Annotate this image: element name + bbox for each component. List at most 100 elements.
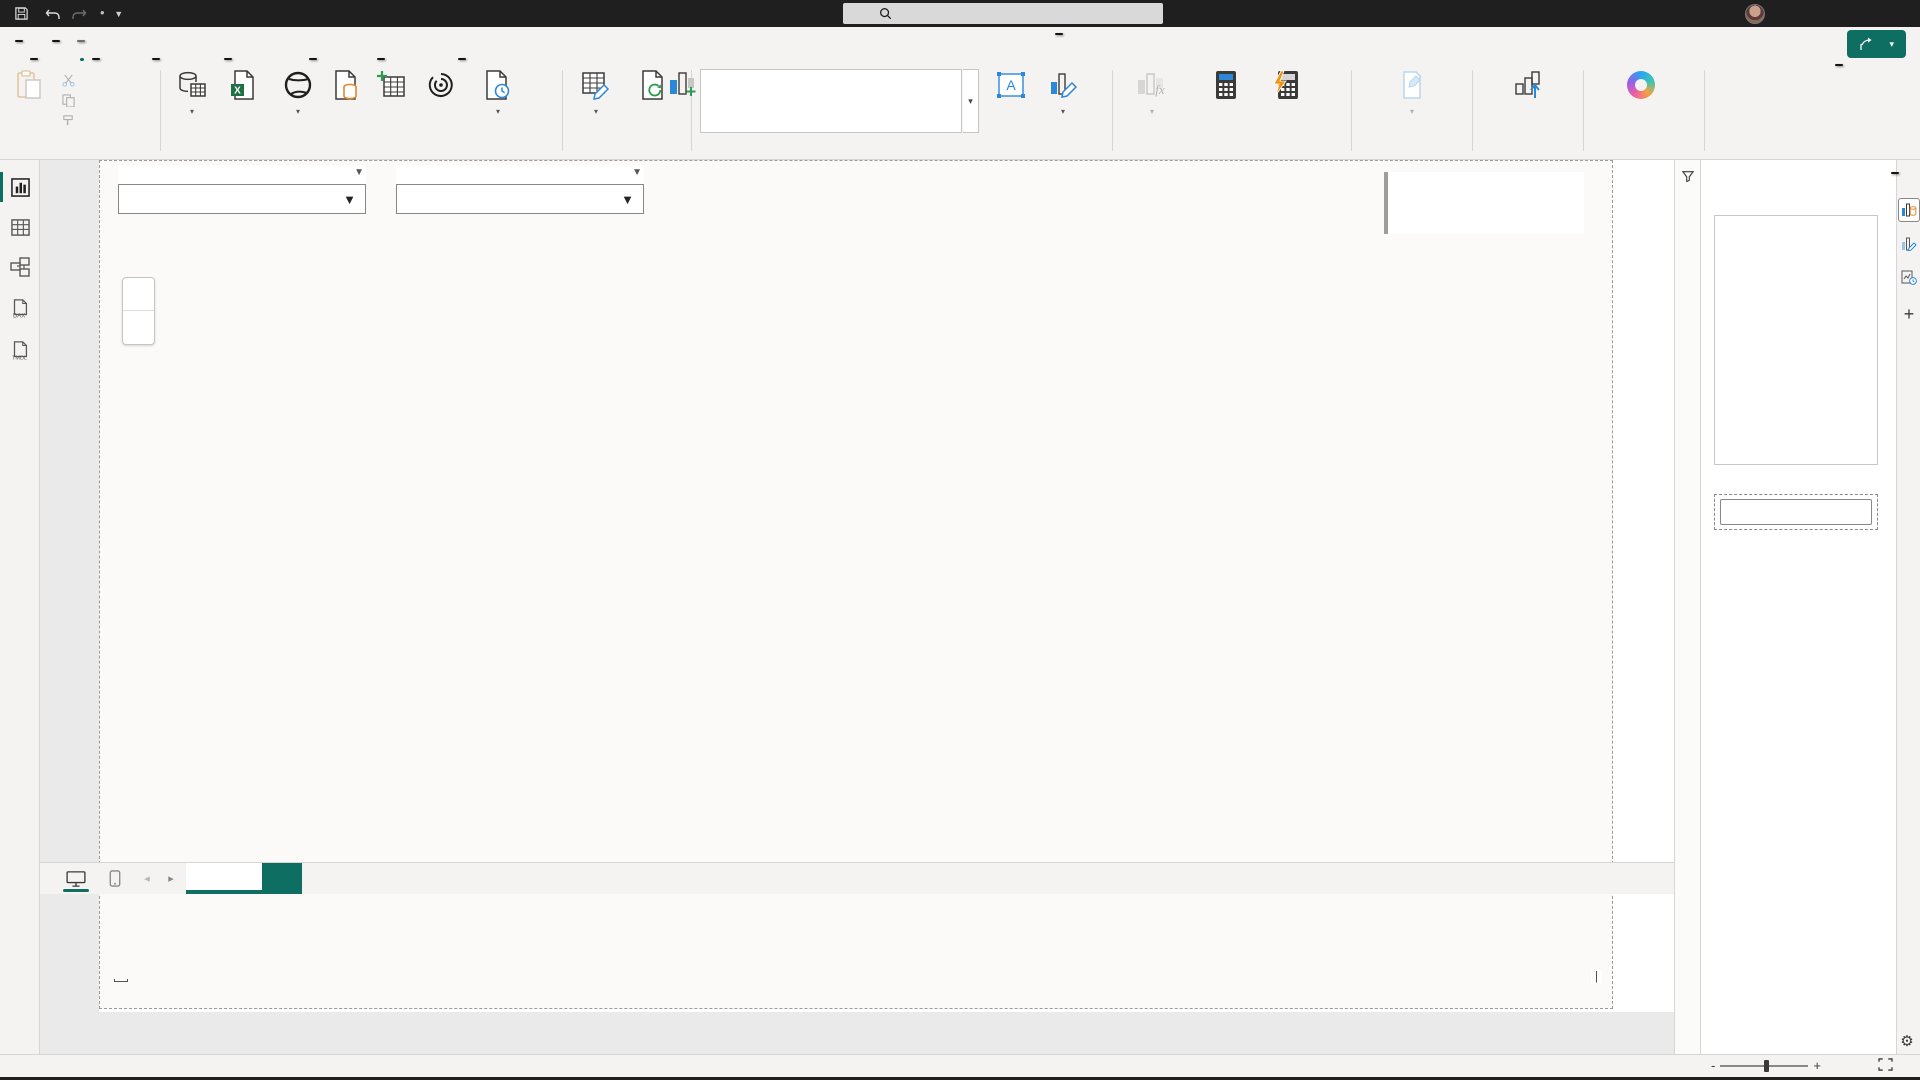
keytip-1 (15, 40, 23, 42)
tab-insert[interactable] (146, 27, 154, 62)
document-title[interactable]: • ▼ (100, 5, 123, 20)
tab-file[interactable] (10, 27, 18, 62)
get-data-button[interactable]: ▾ (165, 68, 219, 119)
tab-view[interactable] (303, 27, 311, 62)
text-box-button[interactable]: A (988, 68, 1034, 105)
redo-icon[interactable] (68, 3, 90, 24)
new-page-button[interactable] (262, 863, 302, 894)
text-box-icon: A (996, 68, 1026, 102)
previous-page-button[interactable]: ◂ (136, 863, 158, 894)
report-view-button[interactable] (0, 168, 40, 206)
get-data-icon (177, 68, 207, 102)
pane-switcher-strip: + (1896, 160, 1920, 1054)
map-zoom-in-button[interactable] (123, 278, 154, 311)
visual-gallery (700, 69, 962, 133)
filters-pane-collapsed[interactable] (1674, 160, 1700, 1054)
publish-button[interactable] (1501, 68, 1555, 105)
build-pane-icon[interactable] (1898, 198, 1920, 222)
copy-button[interactable] (62, 94, 80, 110)
desktop-layout-button[interactable] (58, 863, 94, 894)
search-icon (879, 7, 892, 20)
share-button[interactable]: ▾ (1847, 30, 1906, 58)
table-view-button[interactable] (0, 208, 40, 246)
dax-query-view-button[interactable]: DAX (0, 290, 40, 328)
new-measure-button[interactable] (1199, 68, 1253, 105)
zoom-out-icon[interactable]: - (1706, 1061, 1720, 1071)
tab-help[interactable] (453, 27, 461, 62)
mobile-layout-button[interactable] (100, 863, 130, 894)
enter-data-button[interactable] (369, 68, 413, 105)
excel-workbook-button[interactable]: X (216, 68, 270, 105)
map-scale (114, 979, 128, 982)
tab-home[interactable] (78, 27, 86, 62)
onelake-catalog-button[interactable]: ▾ (271, 68, 325, 119)
dataverse-button[interactable] (413, 68, 469, 105)
transform-data-icon (581, 68, 611, 102)
chevron-down-icon[interactable]: ▼ (354, 167, 364, 178)
chevron-down-icon: ▾ (1410, 107, 1414, 116)
keytip-modeling (224, 58, 232, 60)
zoom-slider-thumb[interactable] (1764, 1060, 1769, 1072)
next-page-button[interactable]: ▸ (160, 863, 182, 894)
card-visual[interactable] (1384, 172, 1584, 234)
avatar (1745, 4, 1765, 24)
recent-sources-button[interactable]: ▾ (471, 68, 525, 119)
analytics-pane-icon[interactable] (1898, 266, 1920, 290)
group-data: ▾ X ▾ ▾ (161, 62, 561, 159)
map-zoom-out-button[interactable] (123, 311, 154, 344)
maximize-button[interactable] (1828, 0, 1874, 27)
search-input[interactable] (843, 3, 1163, 24)
zoom-in-icon[interactable]: + (1808, 1061, 1826, 1071)
sensitivity-button[interactable]: ▾ (1382, 68, 1442, 119)
postbox-slicer-dropdown[interactable]: ▼ (118, 184, 366, 214)
enter-data-icon (376, 68, 406, 102)
distance-slicer-dropdown[interactable]: ▼ (396, 184, 644, 214)
new-visual-calculation-button[interactable]: fx ▾ (1115, 68, 1189, 119)
title-dropdown-icon[interactable]: ▼ (114, 9, 123, 19)
transform-data-button[interactable]: ▾ (567, 68, 625, 119)
add-data-button[interactable] (1714, 494, 1878, 530)
fit-to-page-icon[interactable] (1878, 1058, 1893, 1074)
format-painter-button[interactable] (62, 114, 80, 130)
svg-text:fx: fx (1155, 82, 1165, 97)
undo-icon[interactable] (42, 3, 64, 24)
chevron-down-icon: ▾ (1889, 39, 1894, 50)
page-tab[interactable] (186, 863, 262, 894)
gallery-expand-button[interactable]: ▾ (963, 69, 979, 133)
zoom-slider[interactable]: - + (1706, 1061, 1826, 1071)
paste-button[interactable] (2, 68, 56, 105)
keytip-help (458, 58, 466, 60)
sql-server-icon (333, 68, 359, 102)
filter-icon (1682, 170, 1694, 182)
tab-modeling[interactable] (212, 27, 220, 62)
account-menu[interactable] (1737, 0, 1765, 27)
minimize-button[interactable] (1782, 0, 1828, 27)
group-sensitivity: ▾ (1352, 62, 1472, 159)
copilot-icon (1627, 68, 1655, 102)
share-icon (1859, 37, 1875, 51)
model-view-button[interactable] (0, 248, 40, 286)
chevron-down-icon: ▾ (1061, 107, 1065, 116)
page-navigation-bar: ◂ ▸ (40, 862, 1674, 894)
cut-button[interactable] (62, 74, 80, 90)
svg-text:A: A (1006, 77, 1016, 93)
publish-icon (1513, 68, 1543, 102)
add-pane-icon[interactable]: + (1898, 302, 1920, 326)
tmdl-view-button[interactable]: TMDL (0, 332, 40, 370)
sql-server-button[interactable] (323, 68, 369, 105)
save-icon[interactable] (10, 3, 32, 24)
postbox-slicer: ▼ ▼ (118, 165, 366, 214)
quick-measure-button[interactable] (1259, 68, 1313, 105)
copilot-button[interactable] (1614, 68, 1668, 105)
more-visuals-button[interactable]: ▾ (1036, 68, 1090, 119)
keytip-2 (52, 40, 60, 42)
new-measure-icon (1214, 68, 1238, 102)
chevron-down-icon: ▾ (496, 107, 500, 116)
chevron-down-icon: ▼ (343, 192, 356, 207)
format-pane-icon[interactable] (1898, 232, 1920, 256)
settings-gear-icon[interactable]: ⚙ (1895, 1030, 1919, 1052)
chevron-down-icon[interactable]: ▼ (632, 167, 642, 178)
close-button[interactable] (1874, 0, 1920, 27)
tab-optimize[interactable] (367, 27, 375, 62)
svg-text:X: X (234, 86, 241, 97)
